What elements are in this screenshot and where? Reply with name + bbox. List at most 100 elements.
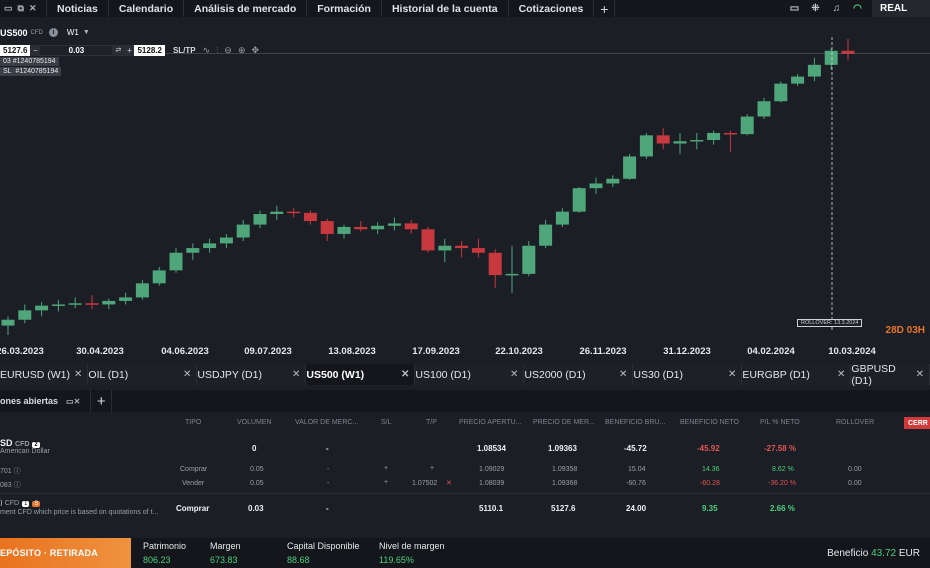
order-tag-stoploss[interactable]: SL #1240785194 [0,67,62,76]
candle-body [824,50,838,65]
candle-body [236,224,250,238]
tab-label: US500 (W1) [306,368,365,381]
top-navigation: ▭ ⧉ ✕ Noticias Calendario Análisis de me… [0,0,930,17]
close-tab-icon[interactable]: ✕ [916,369,924,380]
chart-tab[interactable]: GBPUSD (D1) ✕ [851,363,930,387]
nav-analisis-mercado[interactable]: Análisis de mercado [183,0,306,17]
candle-countdown: 28D 03H [885,325,925,336]
indicators-icon[interactable]: ⫶ [216,45,218,56]
chart-tab[interactable]: EURGBP (D1) ✕ [742,364,852,385]
volume-input[interactable]: 0.03 [40,44,113,56]
nav-formacion[interactable]: Formación [306,0,381,17]
col-volumen[interactable]: VOLUMEN [237,419,272,426]
row-open-price: 1.09029 [479,466,505,473]
add-sl-icon[interactable]: + [384,465,388,472]
zoom-in-icon[interactable]: ⊕ [238,45,246,56]
chart-symbol[interactable]: US500 [0,28,28,38]
close-tab-icon[interactable]: ✕ [728,369,736,380]
chart-tab[interactable]: USDJPY (D1) ✕ [197,364,307,385]
group-market-price: 1.09363 [548,444,577,453]
group-volume: 0 [252,444,257,453]
rollover-label: ROLLOVER: 13.3.2024 [797,319,863,327]
remove-tp-icon[interactable]: ✕ [446,479,452,487]
sltp-button[interactable]: SL/TP [173,46,196,55]
nav-cotizaciones[interactable]: Cotizaciones [507,0,594,17]
row-gross-profit: -60.76 [626,480,646,487]
info-icon[interactable]: i [48,28,58,37]
network-icon[interactable]: ⁜ [805,3,826,14]
candle-body [656,135,670,144]
popout-icon[interactable]: ⧉ [18,3,24,14]
candlestick-chart[interactable]: 26.03.2023 30.04.2023 04.06.2023 09.07.2023… [0,17,930,360]
col-sl[interactable]: S/L [381,419,392,426]
chart-tab[interactable]: US500 (W1) ✕ [306,364,416,385]
positions-table-header: TIPO VOLUMEN VALOR DE MERC... S/L T/P PR… [0,416,930,430]
chevron-down-icon[interactable]: ▼ [83,29,90,36]
minimize-icon[interactable]: ▭✕ [66,397,80,406]
deposit-withdraw-button[interactable]: EPÓSITO · RETIRADA [0,538,131,568]
screen-icon[interactable]: ▭ [784,3,805,14]
close-tab-icon[interactable]: ✕ [183,369,191,380]
x-tick-label: 17.09.2023 [412,346,460,357]
close-all-button[interactable]: CERR [904,417,930,429]
window-icon[interactable]: ▭ [4,3,13,14]
tab-label: US30 (D1) [633,368,684,381]
chart-tab[interactable]: US2000 (D1) ✕ [524,364,634,385]
col-beneficio-neto[interactable]: BENEFICIO NETO [680,419,739,426]
close-icon[interactable]: ✕ [29,3,37,14]
panel-title[interactable]: ones abiertas [0,396,58,406]
chart-tab[interactable]: OIL (D1) ✕ [88,364,198,385]
close-tab-icon[interactable]: ✕ [510,369,518,380]
buy-price-button[interactable]: 5128.2 [134,44,165,56]
bell-icon[interactable]: ♫ [826,3,847,14]
col-precio-apertura[interactable]: PRECIO APERTU... [459,419,522,426]
chart-tab[interactable]: EURUSD (W1) ✕ [0,364,89,385]
col-valor-mercado[interactable]: VALOR DE MERC... [295,419,358,426]
margin-level-stat: Nivel de margen 119.65% [379,541,445,565]
candle-body [807,64,821,77]
add-tp-icon[interactable]: + [430,465,434,472]
swap-icon[interactable]: ⇄ [112,44,125,56]
candle-body [354,226,368,230]
price-chart[interactable]: 26.03.2023 30.04.2023 04.06.2023 09.07.2023… [0,17,930,360]
line-chart-icon[interactable]: ∿ [203,45,211,56]
close-tab-icon[interactable]: ✕ [74,369,82,380]
account-mode[interactable]: REAL [872,0,930,17]
chart-tab[interactable]: US30 (D1) ✕ [633,364,743,385]
close-tab-icon[interactable]: ✕ [837,369,845,380]
candle-body [186,248,200,253]
nav-calendario[interactable]: Calendario [107,0,183,17]
nav-noticias[interactable]: Noticias [46,0,108,17]
volume-decrease-button[interactable]: − [30,44,41,56]
nav-historial-cuenta[interactable]: Historial de la cuenta [380,0,508,17]
row-rollover: 0.00 [848,480,862,487]
x-tick-label: 04.06.2023 [161,346,209,357]
move-icon[interactable]: ✥ [252,45,260,56]
col-beneficio-bruto[interactable]: BENEFICIO BRU... [605,419,665,426]
sell-price-button[interactable]: 5127.6 [0,44,31,56]
col-rollover[interactable]: ROLLOVER [836,419,874,426]
volume-increase-button[interactable]: + [124,44,135,56]
timeframe-selector[interactable]: W1 [67,28,79,37]
close-tab-icon[interactable]: ✕ [401,369,409,380]
order-tag-position[interactable]: 03 #1240785194 [0,57,59,66]
col-pl-neto[interactable]: P/L % NETO [760,419,800,426]
col-tp[interactable]: T/P [426,419,437,426]
row-id: 083 ⓘ [0,482,21,489]
col-precio-mercado[interactable]: PRECIO DE MER... [533,419,595,426]
candle-body [572,188,586,212]
candle-body [589,183,603,189]
plus-icon[interactable]: + [593,0,616,17]
col-tipo[interactable]: TIPO [185,419,201,426]
chart-tab[interactable]: US100 (D1) ✕ [415,364,525,385]
close-tab-icon[interactable]: ✕ [619,369,627,380]
x-tick-label: 13.08.2023 [328,346,376,357]
close-tab-icon[interactable]: ✕ [292,369,300,380]
candle-body [505,273,519,276]
zoom-out-icon[interactable]: ⊖ [224,45,232,56]
row-volume: 0.05 [250,480,264,487]
add-sl-icon[interactable]: + [384,479,388,486]
candle-body [287,211,301,214]
x-tick-label: 30.04.2023 [76,346,124,357]
add-panel-icon[interactable]: + [90,390,113,412]
